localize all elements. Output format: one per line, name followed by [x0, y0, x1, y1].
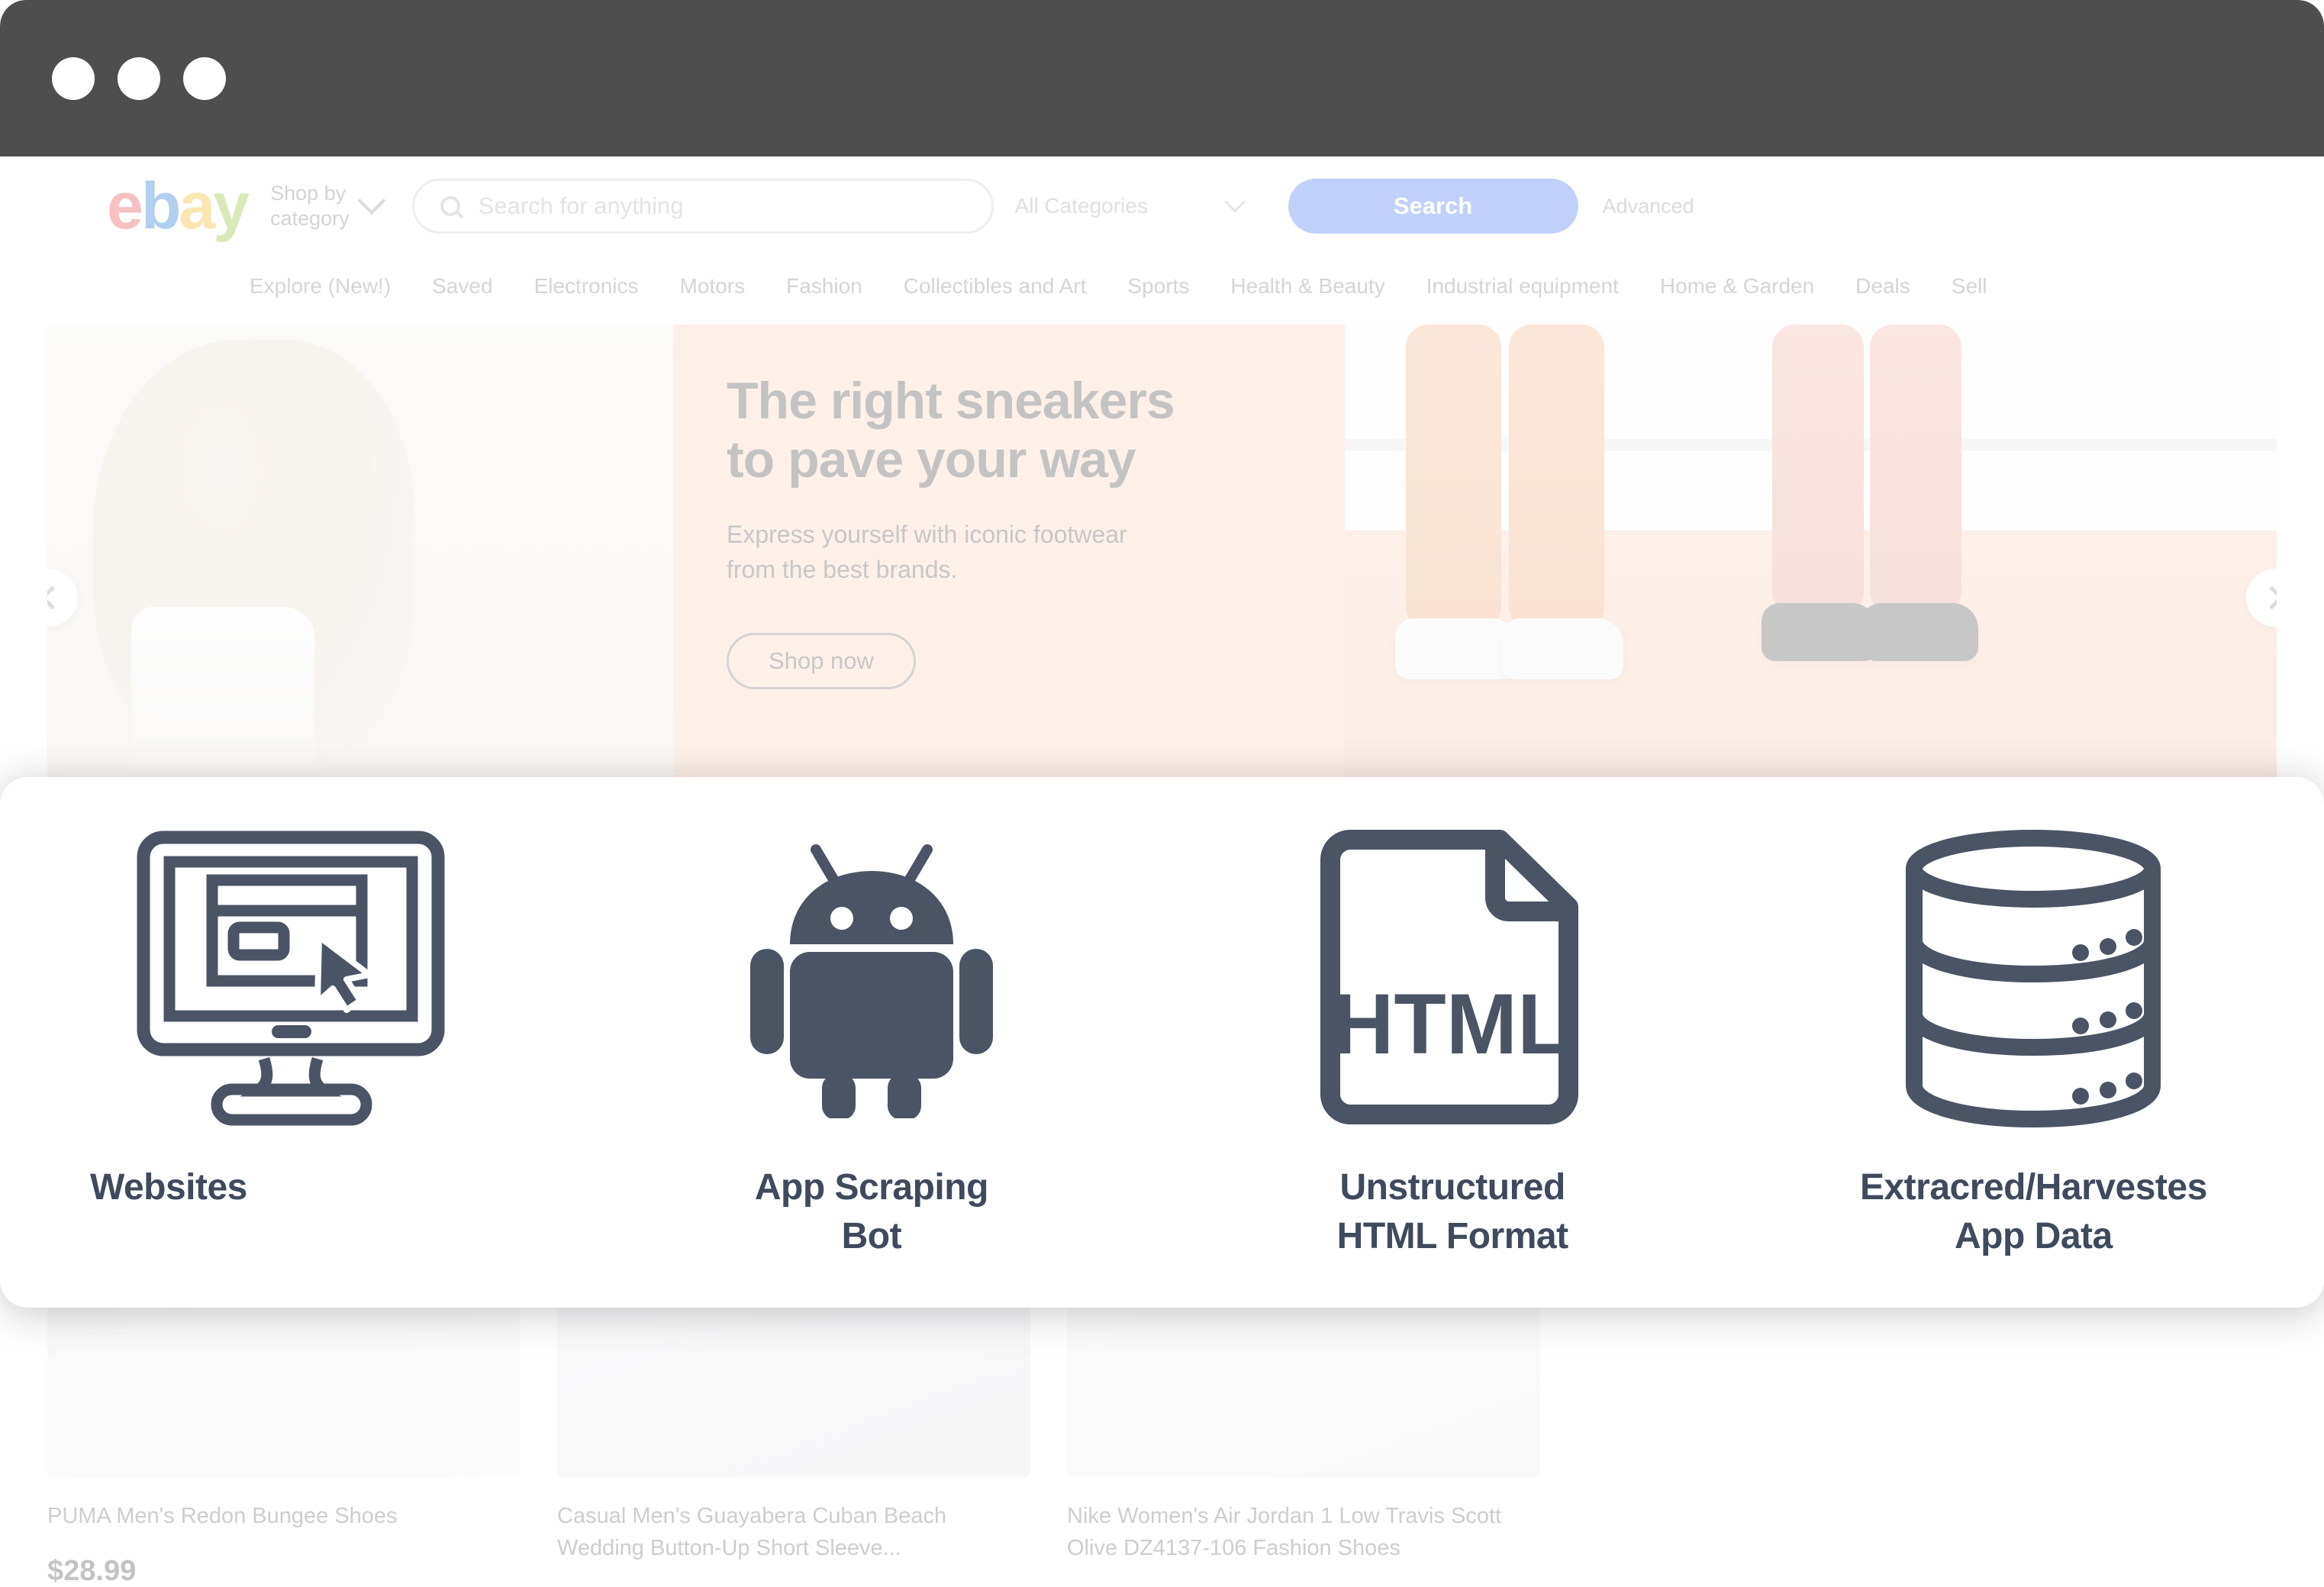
- overlay-label-unstructured-html: Unstructured HTML Format: [1337, 1163, 1568, 1261]
- shop-by-line2: category: [270, 207, 350, 230]
- product-title[interactable]: Nike Women's Air Jordan 1 Low Travis Sco…: [1067, 1500, 1540, 1564]
- nav-item-collectibles-and-art[interactable]: Collectibles and Art: [883, 274, 1107, 298]
- overlay-item-websites: Websites: [0, 777, 581, 1212]
- overlay-item-unstructured-html: HTML Unstructured HTML Format: [1162, 777, 1743, 1261]
- shop-by-category[interactable]: Shop by category: [270, 181, 386, 231]
- shop-now-button[interactable]: Shop now: [727, 633, 916, 690]
- overlay-label-line1: Extracred/Harvestes: [1859, 1167, 2207, 1208]
- product-title[interactable]: Casual Men's Guayabera Cuban Beach Weddi…: [557, 1500, 1030, 1564]
- hero-headline: The right sneakers to pave your way: [727, 372, 1291, 489]
- window-maximize-dot[interactable]: [183, 56, 226, 100]
- chevron-right-icon: [2260, 585, 2277, 610]
- hero-headline-line2: to pave your way: [727, 430, 1136, 489]
- product-title[interactable]: PUMA Men's Redon Bungee Shoes: [47, 1500, 521, 1532]
- hero-subtext: Express yourself with iconic footwear fr…: [727, 517, 1291, 588]
- hero-figure-leg: [1870, 324, 1961, 614]
- search-bar: Search for anything All Categories Searc…: [411, 179, 1694, 234]
- hero-figure-leg: [1509, 324, 1604, 630]
- chevron-down-icon: [357, 186, 386, 215]
- advanced-search-link[interactable]: Advanced: [1603, 179, 1694, 234]
- hero-subtext-line1: Express yourself with iconic footwear: [727, 520, 1127, 548]
- hero-sneaker: [1762, 603, 1878, 661]
- nav-item-deals[interactable]: Deals: [1835, 274, 1931, 298]
- browser-titlebar: [0, 0, 2324, 156]
- search-icon: [440, 196, 460, 216]
- nav-item-sports[interactable]: Sports: [1107, 274, 1210, 298]
- hero-headline-line1: The right sneakers: [727, 372, 1175, 430]
- nav-item-industrial-equipment[interactable]: Industrial equipment: [1406, 274, 1639, 298]
- html-file-icon: HTML: [1315, 794, 1590, 1160]
- html-file-icon-text: HTML: [1333, 976, 1570, 1072]
- nav-item-motors[interactable]: Motors: [659, 274, 766, 298]
- window-minimize-dot[interactable]: [118, 56, 160, 100]
- hero-sneaker: [1395, 618, 1517, 679]
- logo-letter-y: y: [213, 169, 250, 243]
- browser-window: e b a y Shop by category Search for anyt…: [0, 0, 2324, 1587]
- hero-figure-leg: [1772, 324, 1864, 614]
- overlay-label-websites: Websites: [0, 1163, 581, 1212]
- overlay-item-app-scraping-bot: App Scraping Bot: [581, 777, 1162, 1261]
- ebay-header: e b a y Shop by category Search for anyt…: [0, 156, 2324, 256]
- logo-letter-e: e: [107, 169, 143, 243]
- shop-by-line1: Shop by: [270, 182, 347, 205]
- overlay-label-extracted-app-data: Extracred/Harvestes App Data: [1860, 1163, 2207, 1261]
- monitor-website-cursor-icon: [127, 794, 455, 1160]
- android-robot-icon: [746, 794, 998, 1160]
- nav-item-fashion[interactable]: Fashion: [766, 274, 883, 298]
- database-cylinder-icon: [1896, 794, 2171, 1160]
- search-input[interactable]: Search for anything: [479, 192, 684, 220]
- overlay-label-line1: Websites: [90, 1167, 247, 1208]
- overlay-label-app-scraping-bot: App Scraping Bot: [754, 1163, 989, 1261]
- feature-overlay-panel: Websites App Scraping Bot HTML Unstructu…: [0, 777, 2324, 1308]
- ebay-nav: Explore (New!) Saved Electronics Motors …: [0, 256, 2324, 317]
- logo-letter-b: b: [140, 169, 182, 243]
- window-close-dot[interactable]: [52, 56, 95, 100]
- nav-item-home-and-garden[interactable]: Home & Garden: [1639, 274, 1835, 298]
- nav-item-saved[interactable]: Saved: [411, 274, 513, 298]
- chevron-down-icon: [1223, 191, 1246, 213]
- category-select[interactable]: All Categories: [994, 179, 1268, 234]
- hero-sneaker: [1501, 618, 1623, 679]
- product-price: $28.99: [47, 1555, 137, 1587]
- overlay-label-line2: Bot: [841, 1215, 902, 1256]
- overlay-item-extracted-app-data: Extracred/Harvestes App Data: [1743, 777, 2324, 1261]
- search-button[interactable]: Search: [1288, 179, 1578, 234]
- search-input-wrap[interactable]: Search for anything: [411, 179, 994, 234]
- hero-sneaker: [1862, 603, 1978, 661]
- overlay-label-line2: HTML Format: [1336, 1215, 1568, 1256]
- nav-item-electronics[interactable]: Electronics: [514, 274, 659, 298]
- overlay-label-line2: App Data: [1955, 1215, 2113, 1256]
- category-select-value: All Categories: [1014, 194, 1148, 218]
- overlay-label-line1: App Scraping: [754, 1167, 989, 1208]
- chevron-left-icon: [47, 585, 64, 610]
- hero-figure-leg: [1406, 324, 1501, 630]
- overlay-label-line1: Unstructured: [1339, 1167, 1565, 1208]
- screenshot-root: e b a y Shop by category Search for anyt…: [0, 0, 2324, 1587]
- nav-item-explore[interactable]: Explore (New!): [229, 274, 411, 298]
- nav-item-health-and-beauty[interactable]: Health & Beauty: [1210, 274, 1405, 298]
- nav-item-sell[interactable]: Sell: [1931, 274, 2008, 298]
- ebay-logo[interactable]: e b a y: [107, 169, 250, 243]
- logo-letter-a: a: [179, 169, 215, 243]
- hero-subtext-line2: from the best brands.: [727, 556, 958, 584]
